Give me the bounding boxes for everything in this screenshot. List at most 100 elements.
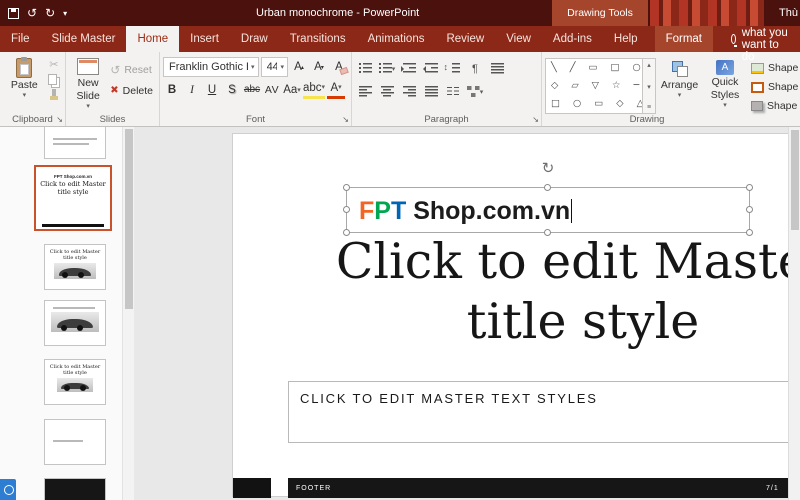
slide-thumbnail-partial-top[interactable] bbox=[44, 127, 106, 159]
change-case-button[interactable]: Aa ▾ bbox=[283, 80, 301, 99]
shape-fill-label: Shape Fill bbox=[768, 62, 800, 74]
delete-icon: ✖ bbox=[110, 85, 119, 96]
italic-button[interactable]: I bbox=[183, 80, 201, 99]
tab-slide-master[interactable]: Slide Master bbox=[41, 26, 127, 52]
shapes-gallery-scroll[interactable]: ▴ ▾ ≡ bbox=[643, 58, 656, 114]
selection-handle[interactable] bbox=[343, 206, 350, 213]
font-size-combo[interactable]: 44 ▾ bbox=[260, 57, 288, 77]
layout-thumbnail-1[interactable]: Click to edit Master title style bbox=[44, 244, 106, 290]
font-color-button[interactable]: A ▾ bbox=[327, 80, 346, 99]
line-spacing-button[interactable] bbox=[443, 59, 463, 78]
thumbnail-scrollbar[interactable] bbox=[122, 127, 134, 500]
gallery-up-icon[interactable]: ▴ bbox=[647, 61, 651, 69]
ribbon: Paste ▾ ✂ Clipboard ↘ New Slide ▾ ↺ Rese… bbox=[0, 52, 800, 127]
arrange-button[interactable]: Arrange ▾ bbox=[656, 55, 703, 101]
align-text-button[interactable] bbox=[487, 59, 507, 78]
tab-insert[interactable]: Insert bbox=[179, 26, 230, 52]
arrange-label: Arrange bbox=[660, 79, 699, 91]
selection-handle[interactable] bbox=[746, 206, 753, 213]
increase-indent-button[interactable] bbox=[421, 59, 441, 78]
logo-letter-f: F bbox=[359, 197, 375, 225]
cut-icon[interactable]: ✂ bbox=[49, 60, 58, 71]
layout-thumbnail-5[interactable] bbox=[44, 478, 106, 500]
tab-addins[interactable]: Add-ins bbox=[542, 26, 603, 52]
clear-formatting-button[interactable]: A bbox=[330, 58, 348, 77]
text-direction-button[interactable]: ¶ bbox=[465, 59, 485, 78]
gallery-more-icon[interactable]: ≡ bbox=[647, 104, 651, 111]
tab-review[interactable]: Review bbox=[435, 26, 495, 52]
taskbar-app-icon[interactable] bbox=[0, 479, 16, 500]
decrease-font-size-button[interactable]: A ▾ bbox=[310, 58, 328, 77]
font-name-combo[interactable]: Franklin Gothic Book (Bc ▾ bbox=[163, 57, 259, 77]
qat-customize-arrow-icon[interactable]: ▾ bbox=[63, 9, 67, 18]
tab-home[interactable]: Home bbox=[126, 26, 180, 52]
numbering-button[interactable]: ▾ bbox=[377, 59, 397, 78]
highlight-color-button[interactable]: abc ▾ bbox=[303, 80, 326, 99]
save-icon[interactable] bbox=[8, 7, 19, 19]
thumbnail-scrollbar-thumb[interactable] bbox=[125, 129, 133, 309]
down-arrow-icon: ▾ bbox=[320, 64, 324, 71]
justify-button[interactable] bbox=[421, 82, 441, 101]
shape-effects-button[interactable]: Shape Effects ▾ bbox=[751, 97, 800, 115]
logo-text-box[interactable]: ↻ FPT Shop.com.vn bbox=[343, 161, 753, 236]
new-slide-button[interactable]: New Slide ▾ bbox=[69, 55, 107, 112]
selection-handle[interactable] bbox=[343, 184, 350, 191]
delete-button[interactable]: ✖ Delete bbox=[107, 80, 156, 101]
paste-button[interactable]: Paste ▾ bbox=[3, 55, 46, 101]
strikethrough-button[interactable]: abc bbox=[243, 80, 261, 99]
tab-animations[interactable]: Animations bbox=[357, 26, 436, 52]
account-user-name[interactable]: Thù bbox=[779, 0, 798, 26]
shapes-gallery[interactable]: ╲ ╱ ▭ □ ○ △ ◇ ▱ ▽ ☆ ─ ◦ □ ○ ▭ ◇ △ ▽ bbox=[545, 58, 643, 114]
footer-text: FOOTER bbox=[296, 485, 332, 492]
selection-handle[interactable] bbox=[544, 184, 551, 191]
quick-styles-button[interactable]: Quick Styles ▾ bbox=[703, 55, 747, 111]
tab-file[interactable]: File bbox=[0, 26, 41, 52]
selection-handle[interactable] bbox=[746, 184, 753, 191]
redo-icon[interactable]: ↻ bbox=[45, 0, 55, 26]
slide-master-thumbnail[interactable]: FPT Shop.com.vn Click to edit Master tit… bbox=[34, 165, 112, 231]
character-spacing-button[interactable]: AV bbox=[263, 80, 281, 99]
footer-bar[interactable]: FOOTER 7/1 bbox=[288, 478, 800, 498]
slide-surface[interactable]: ↻ FPT Shop.com.vn Click to edit Master t… bbox=[232, 133, 800, 498]
shape-effects-icon bbox=[751, 101, 763, 111]
shape-outline-button[interactable]: Shape Outline ▾ bbox=[751, 78, 800, 96]
logo-letter-p: P bbox=[374, 197, 391, 225]
bold-button[interactable]: B bbox=[163, 80, 181, 99]
canvas-scrollbar-thumb[interactable] bbox=[791, 130, 799, 230]
undo-icon[interactable]: ↺ bbox=[27, 0, 37, 26]
bullets-button[interactable] bbox=[355, 59, 375, 78]
text-shadow-button[interactable]: S bbox=[223, 80, 241, 99]
tab-draw[interactable]: Draw bbox=[230, 26, 279, 52]
increase-font-size-button[interactable]: A ▴ bbox=[290, 58, 308, 77]
font-dialog-launcher[interactable]: ↘ bbox=[342, 116, 349, 124]
format-painter-icon[interactable] bbox=[49, 89, 58, 100]
clipboard-dialog-launcher[interactable]: ↘ bbox=[56, 116, 63, 124]
lightbulb-icon bbox=[730, 34, 737, 47]
layout-thumbnail-4[interactable] bbox=[44, 419, 106, 465]
canvas-scrollbar[interactable] bbox=[788, 127, 800, 500]
layout-thumbnail-2[interactable] bbox=[44, 300, 106, 346]
reset-button[interactable]: ↺ Reset bbox=[107, 59, 156, 80]
layout-thumbnail-3[interactable]: Click to edit Master title style bbox=[44, 359, 106, 405]
convert-to-smartart-button[interactable]: ▾ bbox=[465, 82, 485, 101]
tell-me-box[interactable]: Tell me what you want to do bbox=[721, 15, 800, 63]
align-right-button[interactable] bbox=[399, 82, 419, 101]
align-left-button[interactable] bbox=[355, 82, 375, 101]
tab-transitions[interactable]: Transitions bbox=[279, 26, 357, 52]
tab-format[interactable]: Format bbox=[654, 26, 713, 52]
copy-icon[interactable] bbox=[47, 74, 57, 85]
align-center-button[interactable] bbox=[377, 82, 397, 101]
tab-view[interactable]: View bbox=[495, 26, 542, 52]
rotate-handle-icon[interactable]: ↻ bbox=[540, 161, 556, 177]
master-title-placeholder[interactable]: Click to edit Master title style bbox=[323, 232, 800, 352]
gallery-down-icon[interactable]: ▾ bbox=[647, 83, 651, 91]
tab-help[interactable]: Help bbox=[603, 26, 649, 52]
master-body-placeholder[interactable]: CLICK TO EDIT MASTER TEXT STYLES bbox=[288, 381, 800, 443]
bullets-icon bbox=[358, 63, 372, 74]
decrease-indent-button[interactable] bbox=[399, 59, 419, 78]
underline-button[interactable]: U bbox=[203, 80, 221, 99]
columns-button[interactable] bbox=[443, 82, 463, 101]
columns-icon bbox=[447, 86, 459, 97]
clipboard-group-label: Clipboard bbox=[12, 114, 53, 125]
paragraph-dialog-launcher[interactable]: ↘ bbox=[532, 116, 539, 124]
